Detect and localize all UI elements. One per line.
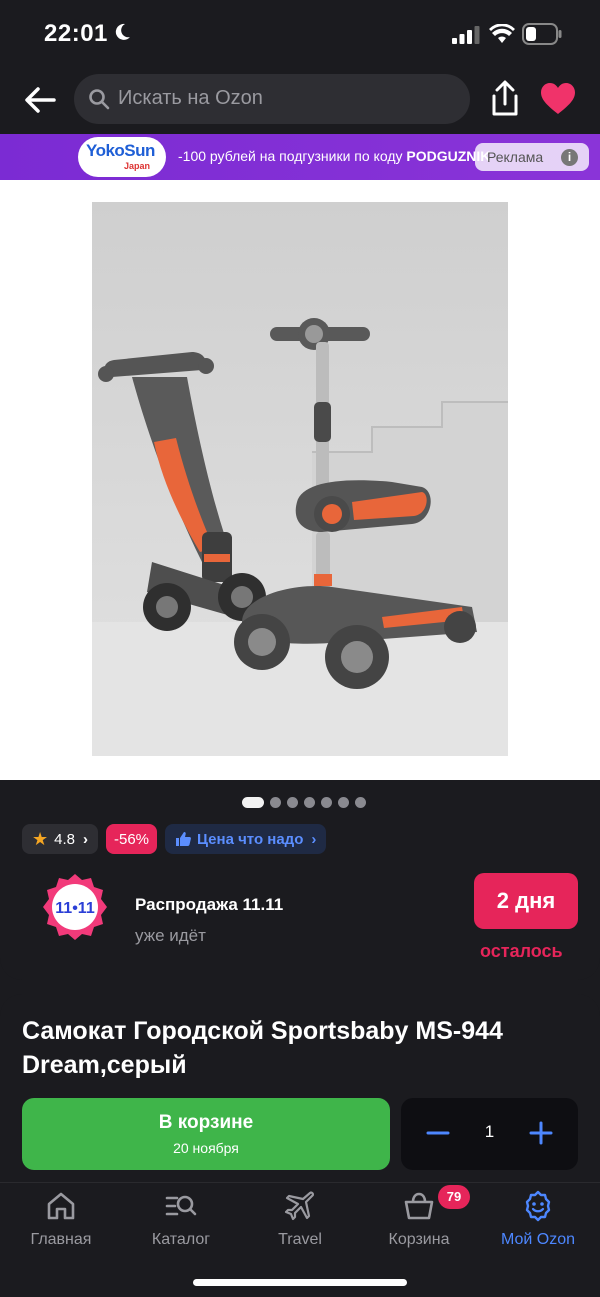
tab-label: Главная	[30, 1231, 92, 1248]
back-arrow-icon[interactable]	[20, 80, 60, 120]
tab-travel[interactable]: Travel	[245, 1183, 355, 1263]
ad-tag[interactable]: Реклама i	[475, 143, 589, 171]
product-photo-scooter[interactable]	[92, 202, 508, 756]
status-bar: 22:01	[0, 0, 600, 66]
gallery-pagination	[242, 796, 366, 808]
tab-home[interactable]: Главная	[6, 1183, 116, 1263]
pagination-dot-active[interactable]	[242, 796, 264, 808]
pagination-dot[interactable]	[355, 796, 366, 808]
thumbs-up-icon	[176, 832, 191, 846]
catalog-search-icon	[165, 1195, 197, 1216]
delivery-date: 20 ноября	[173, 1140, 239, 1156]
discount-value: -56%	[114, 830, 150, 848]
home-icon	[47, 1192, 75, 1220]
search-input[interactable]: Искать на Ozon	[74, 74, 470, 124]
in-cart-label: В корзине	[158, 1112, 254, 1133]
chevron-right-icon: ›	[83, 830, 88, 848]
days-remaining-caption: осталось	[480, 941, 563, 961]
airplane-icon	[284, 1191, 315, 1221]
search-icon	[89, 89, 110, 110]
profile-smile-icon	[525, 1190, 551, 1222]
product-card: Самокат Городской Sportsbaby MS-944 Drea…	[0, 994, 600, 1194]
search-placeholder: Искать на Ozon	[118, 87, 263, 109]
ad-banner[interactable]: YokoSun Japan -100 рублей на подгузники …	[0, 134, 600, 180]
cellular-signal-icon	[452, 26, 480, 44]
top-navigation: Искать на Ozon	[0, 66, 600, 134]
pagination-dot[interactable]	[321, 796, 332, 808]
tab-label: Travel	[278, 1231, 322, 1248]
plus-icon[interactable]	[528, 1118, 554, 1148]
good-price-label: Цена что надо	[197, 830, 304, 848]
chevron-right-icon: ›	[311, 830, 317, 848]
in-cart-button[interactable]: В корзине 20 ноября	[22, 1098, 390, 1170]
good-price-chip[interactable]: Цена что надо ›	[165, 824, 327, 854]
quantity-stepper: 1	[401, 1098, 578, 1170]
pagination-dot[interactable]	[338, 796, 349, 808]
home-indicator[interactable]	[193, 1279, 407, 1286]
favorite-heart-icon[interactable]	[540, 82, 576, 116]
product-info-panel: ★ 4.8 › -56% Цена что надо › 11•11 Распр…	[0, 780, 600, 980]
moon-icon	[115, 23, 130, 40]
discount-badge: -56%	[106, 824, 158, 854]
product-title: Самокат Городской Sportsbaby MS-944 Drea…	[22, 1017, 503, 1079]
product-gallery[interactable]	[0, 180, 600, 780]
tab-my-ozon[interactable]: Мой Ozon	[483, 1183, 593, 1263]
cart-count-badge: 79	[438, 1185, 470, 1209]
wifi-icon	[489, 24, 515, 43]
basket-icon	[404, 1192, 434, 1220]
days-remaining-badge: 2 дня	[474, 873, 578, 929]
sale-subtitle: уже идёт	[135, 926, 206, 945]
battery-icon	[522, 23, 562, 45]
rating-chip[interactable]: ★ 4.8 ›	[22, 824, 98, 854]
ad-tag-label: Реклама	[487, 149, 544, 165]
share-icon[interactable]	[488, 80, 522, 118]
status-time: 22:01	[44, 20, 108, 47]
info-icon[interactable]: i	[561, 149, 578, 166]
tab-catalog[interactable]: Каталог	[126, 1183, 236, 1263]
pagination-dot[interactable]	[287, 796, 298, 808]
tab-label: Корзина	[388, 1231, 450, 1248]
sale-11-11-badge-icon: 11•11	[43, 874, 107, 940]
pagination-dot[interactable]	[270, 796, 281, 808]
product-chips: ★ 4.8 › -56% Цена что надо ›	[22, 824, 327, 854]
tab-label: Каталог	[151, 1231, 211, 1248]
svg-text:11•11: 11•11	[55, 900, 95, 917]
sale-title[interactable]: Распродажа 11.11	[135, 895, 283, 915]
rating-value: 4.8	[54, 830, 75, 848]
star-icon: ★	[32, 828, 49, 849]
ad-text: -100 рублей на подгузники по коду PODGUZ…	[178, 148, 491, 164]
pagination-dot[interactable]	[304, 796, 315, 808]
tab-label: Мой Ozon	[500, 1231, 576, 1248]
tab-cart[interactable]: 79 Корзина	[364, 1183, 474, 1263]
yokosun-logo: YokoSun Japan	[78, 137, 166, 177]
